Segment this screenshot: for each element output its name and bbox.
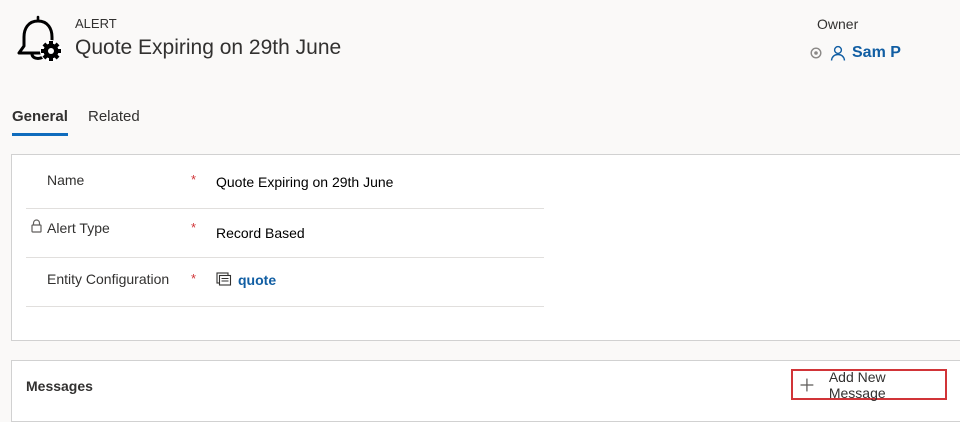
alert-type-field: Record Based	[216, 225, 305, 241]
required-indicator: *	[191, 271, 197, 286]
entity-configuration-link[interactable]: quote	[238, 272, 276, 288]
entity-configuration-label: Entity Configuration	[47, 271, 170, 287]
owner-label: Owner	[817, 16, 859, 32]
add-new-message-label: Add New Message	[828, 368, 886, 401]
record-title: Quote Expiring on 29th June	[75, 36, 342, 59]
messages-title: Messages	[26, 378, 93, 394]
lock-icon	[31, 219, 42, 233]
name-field[interactable]: Quote Expiring on 29th June	[216, 174, 393, 190]
add-new-message-button[interactable]: Add New Message	[791, 368, 947, 401]
plus-icon	[800, 378, 814, 391]
owner-name-link[interactable]: Sam P	[852, 44, 901, 62]
status-circle-icon	[810, 47, 822, 59]
tab-general[interactable]: General	[12, 108, 68, 125]
tab-related[interactable]: Related	[88, 108, 140, 125]
entity-type-label: ALERT	[75, 16, 117, 31]
required-indicator: *	[191, 220, 197, 235]
person-icon	[830, 45, 846, 61]
owner-field: Sam P	[810, 44, 901, 62]
bell-gear-icon	[17, 15, 62, 62]
required-indicator: *	[191, 172, 197, 187]
entity-lookup-icon	[216, 272, 232, 286]
tab-selected-indicator	[12, 133, 68, 136]
alert-type-label: Alert Type	[47, 220, 110, 236]
name-label: Name	[47, 172, 85, 188]
